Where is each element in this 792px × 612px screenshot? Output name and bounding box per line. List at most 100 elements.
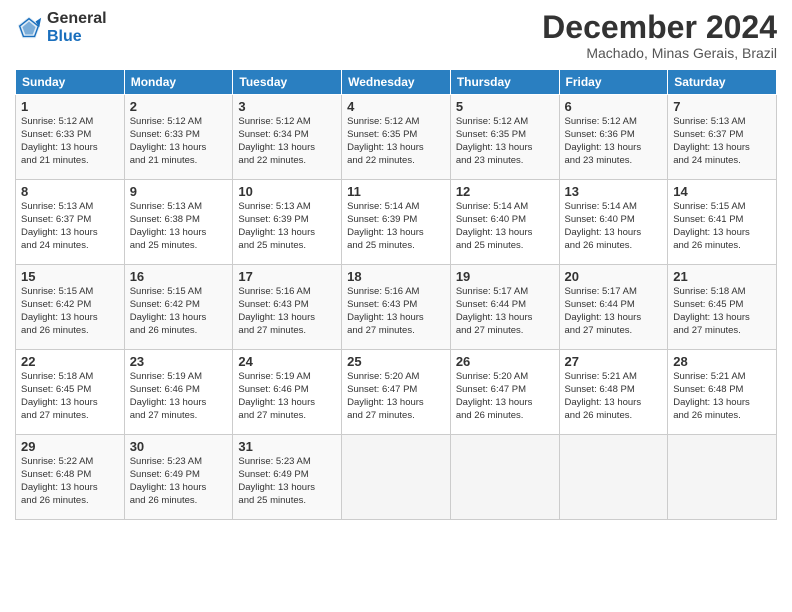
day-number: 16 xyxy=(130,269,228,284)
day-cell-2-2: 9 Sunrise: 5:13 AMSunset: 6:38 PMDaylight… xyxy=(124,180,233,265)
day-cell-5-4 xyxy=(342,435,451,520)
day-info: Sunrise: 5:18 AMSunset: 6:45 PMDaylight:… xyxy=(673,286,771,337)
day-number: 12 xyxy=(456,184,554,199)
logo-blue: Blue xyxy=(47,28,107,46)
location: Machado, Minas Gerais, Brazil xyxy=(542,45,777,61)
day-number: 15 xyxy=(21,269,119,284)
day-number: 17 xyxy=(238,269,336,284)
day-number: 31 xyxy=(238,439,336,454)
day-info: Sunrise: 5:12 AMSunset: 6:33 PMDaylight:… xyxy=(130,116,228,167)
day-info: Sunrise: 5:23 AMSunset: 6:49 PMDaylight:… xyxy=(238,456,336,507)
day-info: Sunrise: 5:12 AMSunset: 6:36 PMDaylight:… xyxy=(565,116,663,167)
week-row-1: 1 Sunrise: 5:12 AMSunset: 6:33 PMDaylight… xyxy=(16,95,777,180)
day-number: 28 xyxy=(673,354,771,369)
day-number: 26 xyxy=(456,354,554,369)
col-friday: Friday xyxy=(559,70,668,95)
day-number: 25 xyxy=(347,354,445,369)
day-info: Sunrise: 5:12 AMSunset: 6:35 PMDaylight:… xyxy=(456,116,554,167)
col-thursday: Thursday xyxy=(450,70,559,95)
day-number: 6 xyxy=(565,99,663,114)
day-cell-2-6: 13 Sunrise: 5:14 AMSunset: 6:40 PMDayligh… xyxy=(559,180,668,265)
day-cell-5-5 xyxy=(450,435,559,520)
day-info: Sunrise: 5:17 AMSunset: 6:44 PMDaylight:… xyxy=(565,286,663,337)
day-number: 8 xyxy=(21,184,119,199)
day-cell-2-7: 14 Sunrise: 5:15 AMSunset: 6:41 PMDayligh… xyxy=(668,180,777,265)
day-cell-1-1: 1 Sunrise: 5:12 AMSunset: 6:33 PMDaylight… xyxy=(16,95,125,180)
day-cell-4-4: 25Sunrise: 5:20 AMSunset: 6:47 PMDayligh… xyxy=(342,350,451,435)
day-info: Sunrise: 5:13 AMSunset: 6:37 PMDaylight:… xyxy=(21,201,119,252)
day-info: Sunrise: 5:17 AMSunset: 6:44 PMDaylight:… xyxy=(456,286,554,337)
day-cell-4-3: 24 Sunrise: 5:19 AMSunset: 6:46 PMDayligh… xyxy=(233,350,342,435)
day-info: Sunrise: 5:14 AMSunset: 6:39 PMDaylight:… xyxy=(347,201,445,252)
day-info: Sunrise: 5:13 AMSunset: 6:39 PMDaylight:… xyxy=(238,201,336,252)
day-cell-1-4: 4 Sunrise: 5:12 AMSunset: 6:35 PMDaylight… xyxy=(342,95,451,180)
day-number: 23 xyxy=(130,354,228,369)
week-row-4: 22 Sunrise: 5:18 AMSunset: 6:45 PMDayligh… xyxy=(16,350,777,435)
calendar-container: General Blue December 2024 Machado, Mina… xyxy=(0,0,792,612)
day-number: 29 xyxy=(21,439,119,454)
day-cell-3-4: 18 Sunrise: 5:16 AMSunset: 6:43 PMDayligh… xyxy=(342,265,451,350)
day-cell-3-7: 21 Sunrise: 5:18 AMSunset: 6:45 PMDayligh… xyxy=(668,265,777,350)
day-cell-3-2: 16 Sunrise: 5:15 AMSunset: 6:42 PMDayligh… xyxy=(124,265,233,350)
day-number: 30 xyxy=(130,439,228,454)
day-info: Sunrise: 5:19 AMSunset: 6:46 PMDaylight:… xyxy=(130,371,228,422)
day-number: 21 xyxy=(673,269,771,284)
day-info: Sunrise: 5:14 AMSunset: 6:40 PMDaylight:… xyxy=(565,201,663,252)
day-info: Sunrise: 5:22 AMSunset: 6:48 PMDaylight:… xyxy=(21,456,119,507)
day-cell-5-3: 31 Sunrise: 5:23 AMSunset: 6:49 PMDayligh… xyxy=(233,435,342,520)
day-cell-1-7: 7Sunrise: 5:13 AMSunset: 6:37 PMDaylight… xyxy=(668,95,777,180)
day-info: Sunrise: 5:16 AMSunset: 6:43 PMDaylight:… xyxy=(347,286,445,337)
col-wednesday: Wednesday xyxy=(342,70,451,95)
week-row-3: 15 Sunrise: 5:15 AMSunset: 6:42 PMDayligh… xyxy=(16,265,777,350)
day-info: Sunrise: 5:12 AMSunset: 6:35 PMDaylight:… xyxy=(347,116,445,167)
day-cell-2-3: 10Sunrise: 5:13 AMSunset: 6:39 PMDayligh… xyxy=(233,180,342,265)
day-cell-1-3: 3 Sunrise: 5:12 AMSunset: 6:34 PMDaylight… xyxy=(233,95,342,180)
logo-icon xyxy=(15,14,43,42)
logo: General Blue xyxy=(15,10,107,45)
day-info: Sunrise: 5:18 AMSunset: 6:45 PMDaylight:… xyxy=(21,371,119,422)
day-info: Sunrise: 5:12 AMSunset: 6:34 PMDaylight:… xyxy=(238,116,336,167)
day-number: 24 xyxy=(238,354,336,369)
week-row-5: 29 Sunrise: 5:22 AMSunset: 6:48 PMDayligh… xyxy=(16,435,777,520)
col-saturday: Saturday xyxy=(668,70,777,95)
logo-general: General xyxy=(47,10,107,28)
day-number: 19 xyxy=(456,269,554,284)
day-info: Sunrise: 5:15 AMSunset: 6:42 PMDaylight:… xyxy=(130,286,228,337)
day-cell-3-3: 17 Sunrise: 5:16 AMSunset: 6:43 PMDayligh… xyxy=(233,265,342,350)
day-cell-1-5: 5 Sunrise: 5:12 AMSunset: 6:35 PMDaylight… xyxy=(450,95,559,180)
day-number: 13 xyxy=(565,184,663,199)
day-info: Sunrise: 5:23 AMSunset: 6:49 PMDaylight:… xyxy=(130,456,228,507)
day-info: Sunrise: 5:16 AMSunset: 6:43 PMDaylight:… xyxy=(238,286,336,337)
day-info: Sunrise: 5:14 AMSunset: 6:40 PMDaylight:… xyxy=(456,201,554,252)
day-number: 1 xyxy=(21,99,119,114)
calendar-table: Sunday Monday Tuesday Wednesday Thursday… xyxy=(15,69,777,520)
day-cell-5-2: 30 Sunrise: 5:23 AMSunset: 6:49 PMDayligh… xyxy=(124,435,233,520)
day-cell-3-6: 20Sunrise: 5:17 AMSunset: 6:44 PMDayligh… xyxy=(559,265,668,350)
day-info: Sunrise: 5:15 AMSunset: 6:41 PMDaylight:… xyxy=(673,201,771,252)
day-cell-2-5: 12 Sunrise: 5:14 AMSunset: 6:40 PMDayligh… xyxy=(450,180,559,265)
day-info: Sunrise: 5:12 AMSunset: 6:33 PMDaylight:… xyxy=(21,116,119,167)
day-info: Sunrise: 5:21 AMSunset: 6:48 PMDaylight:… xyxy=(565,371,663,422)
day-number: 22 xyxy=(21,354,119,369)
logo-text: General Blue xyxy=(47,10,107,45)
day-number: 3 xyxy=(238,99,336,114)
day-number: 5 xyxy=(456,99,554,114)
header: General Blue December 2024 Machado, Mina… xyxy=(15,10,777,61)
col-monday: Monday xyxy=(124,70,233,95)
day-info: Sunrise: 5:19 AMSunset: 6:46 PMDaylight:… xyxy=(238,371,336,422)
day-info: Sunrise: 5:21 AMSunset: 6:48 PMDaylight:… xyxy=(673,371,771,422)
day-cell-4-7: 28 Sunrise: 5:21 AMSunset: 6:48 PMDayligh… xyxy=(668,350,777,435)
col-tuesday: Tuesday xyxy=(233,70,342,95)
day-cell-4-5: 26Sunrise: 5:20 AMSunset: 6:47 PMDayligh… xyxy=(450,350,559,435)
day-cell-5-1: 29 Sunrise: 5:22 AMSunset: 6:48 PMDayligh… xyxy=(16,435,125,520)
day-number: 9 xyxy=(130,184,228,199)
day-cell-4-6: 27 Sunrise: 5:21 AMSunset: 6:48 PMDayligh… xyxy=(559,350,668,435)
day-number: 14 xyxy=(673,184,771,199)
day-number: 27 xyxy=(565,354,663,369)
col-sunday: Sunday xyxy=(16,70,125,95)
day-number: 18 xyxy=(347,269,445,284)
day-number: 7 xyxy=(673,99,771,114)
day-number: 2 xyxy=(130,99,228,114)
day-number: 4 xyxy=(347,99,445,114)
day-info: Sunrise: 5:13 AMSunset: 6:38 PMDaylight:… xyxy=(130,201,228,252)
